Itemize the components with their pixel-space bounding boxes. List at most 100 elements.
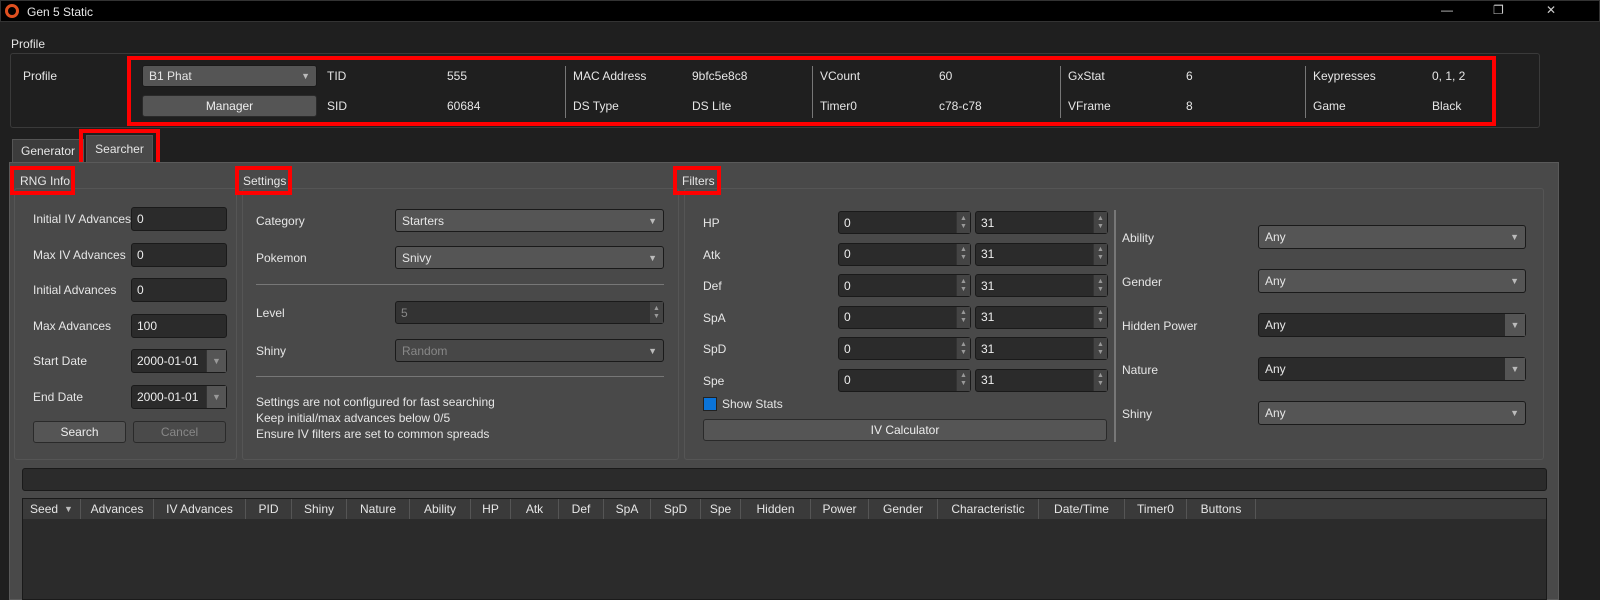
level-value: 5 [401, 305, 408, 320]
app-logo-icon [5, 4, 19, 18]
iv-max-input[interactable]: 31 ▲ ▼ [975, 368, 1108, 392]
iv-max-input[interactable]: 31 ▲ ▼ [975, 337, 1108, 360]
column-header[interactable]: Timer0 [1125, 499, 1187, 519]
initial-advances-input[interactable]: 0 [131, 278, 227, 302]
column-header[interactable]: PID [246, 499, 292, 519]
spin-arrows-icon[interactable]: ▲ ▼ [1093, 212, 1107, 233]
chevron-down-icon: ▼ [1505, 358, 1525, 380]
column-header[interactable]: Power [811, 499, 869, 519]
column-header[interactable]: SpA [604, 499, 651, 519]
pokemon-select[interactable]: Snivy ▼ [395, 246, 664, 269]
filter-select[interactable]: Any ▼ [1258, 401, 1526, 425]
show-stats-checkbox[interactable] [703, 397, 717, 411]
results-table[interactable]: Seed ▼ Advances IV Advances PID Shiny Nature Ab… [22, 498, 1547, 600]
column-header[interactable]: Nature [347, 499, 410, 519]
iv-min-value: 0 [844, 341, 851, 356]
column-header[interactable]: Gender [869, 499, 938, 519]
column-header[interactable]: Spe [701, 499, 741, 519]
filter-select[interactable]: Any ▼ [1258, 357, 1526, 381]
spin-arrows-icon[interactable]: ▲ ▼ [956, 243, 970, 265]
column-header-label: Shiny [303, 502, 335, 516]
iv-label: Def [703, 279, 722, 293]
iv-min-input[interactable]: 0 ▲ ▼ [838, 242, 971, 266]
profile-field-label: Keypresses [1313, 69, 1376, 83]
iv-min-value: 0 [844, 215, 851, 230]
column-header[interactable]: Buttons [1187, 499, 1256, 519]
spin-arrows-icon[interactable]: ▲ ▼ [1093, 338, 1107, 359]
max-advances-label: Max Advances [33, 318, 112, 333]
max-iv-advances-input[interactable]: 0 [131, 242, 227, 267]
iv-calculator-button[interactable]: IV Calculator [703, 419, 1107, 441]
cancel-button[interactable]: Cancel [133, 421, 226, 443]
end-date-value: 2000-01-01 [137, 389, 199, 404]
profile-field-value: 60 [939, 69, 953, 83]
start-date-label: Start Date [33, 354, 88, 368]
spin-arrows-icon[interactable]: ▲ ▼ [1093, 369, 1107, 391]
column-header[interactable]: Characteristic [938, 499, 1039, 519]
spin-arrows-icon[interactable]: ▲ ▼ [956, 212, 970, 233]
column-header[interactable]: IV Advances [154, 499, 246, 519]
filter-select-label: Hidden Power [1122, 319, 1198, 333]
calendar-dropdown-icon[interactable]: ▼ [206, 350, 226, 372]
max-advances-input[interactable]: 100 [131, 313, 227, 338]
column-header[interactable]: Atk [511, 499, 559, 519]
level-input[interactable]: 5 ▲ ▼ [395, 301, 664, 324]
filter-select[interactable]: Any ▼ [1258, 313, 1526, 337]
column-header[interactable]: Seed ▼ [23, 499, 81, 519]
spin-arrows-icon[interactable]: ▲ ▼ [649, 302, 663, 323]
column-header[interactable]: Ability [410, 499, 471, 519]
restore-button[interactable]: ❐ [1493, 3, 1504, 17]
column-header[interactable]: Def [559, 499, 604, 519]
spin-arrows-icon[interactable]: ▲ ▼ [956, 338, 970, 359]
shiny-select[interactable]: Random ▼ [395, 339, 664, 362]
iv-max-value: 31 [981, 373, 995, 387]
spin-arrows-icon[interactable]: ▲ ▼ [1093, 306, 1107, 328]
close-button[interactable]: ✕ [1546, 3, 1556, 17]
search-button[interactable]: Search [33, 421, 126, 443]
iv-min-input[interactable]: 0 ▲ ▼ [838, 211, 971, 234]
iv-max-input[interactable]: 31 ▲ ▼ [975, 274, 1108, 297]
profile-select[interactable]: B1 Phat ▼ [142, 65, 317, 87]
iv-min-input[interactable]: 0 ▲ ▼ [838, 368, 971, 392]
chevron-down-icon: ▼ [301, 71, 310, 81]
spin-arrows-icon[interactable]: ▲ ▼ [956, 369, 970, 391]
initial-iv-advances-input[interactable]: 0 [131, 207, 227, 231]
iv-max-input[interactable]: 31 ▲ ▼ [975, 242, 1108, 266]
profile-field-value: 555 [447, 69, 468, 83]
minimize-button[interactable]: — [1441, 3, 1453, 17]
spin-arrows-icon[interactable]: ▲ ▼ [956, 306, 970, 328]
tab-generator[interactable]: Generator [12, 139, 84, 162]
calendar-dropdown-icon[interactable]: ▼ [206, 385, 226, 408]
column-header[interactable]: Advances [81, 499, 154, 519]
filter-select[interactable]: Any ▼ [1258, 225, 1526, 249]
chevron-down-icon: ▼ [1505, 314, 1525, 336]
start-date-input[interactable]: 2000-01-01 ▼ [131, 349, 227, 373]
manager-button[interactable]: Manager [142, 95, 317, 117]
filter-select[interactable]: Any ▼ [1258, 269, 1526, 293]
shiny-label: Shiny [256, 344, 287, 358]
column-header[interactable]: SpD [651, 499, 701, 519]
iv-max-input[interactable]: 31 ▲ ▼ [975, 211, 1108, 234]
iv-max-input[interactable]: 31 ▲ ▼ [975, 305, 1108, 329]
spin-arrows-icon[interactable]: ▲ ▼ [1093, 243, 1107, 265]
column-header[interactable]: Shiny [292, 499, 347, 519]
filter-select-label: Ability [1122, 231, 1155, 245]
category-label: Category [256, 214, 305, 228]
iv-min-value: 0 [844, 247, 851, 261]
iv-min-input[interactable]: 0 ▲ ▼ [838, 337, 971, 360]
tab-searcher[interactable]: Searcher [86, 135, 153, 162]
column-header[interactable]: HP [471, 499, 511, 519]
chevron-down-icon: ▼ [648, 345, 657, 356]
chevron-down-icon: ▼ [1510, 276, 1519, 286]
profile-field-value: 60684 [447, 99, 481, 113]
category-select[interactable]: Starters ▼ [395, 209, 664, 232]
spin-arrows-icon[interactable]: ▲ ▼ [1093, 275, 1107, 296]
column-header[interactable]: Hidden [741, 499, 811, 519]
end-date-input[interactable]: 2000-01-01 ▼ [131, 384, 227, 409]
column-header[interactable]: Date/Time [1039, 499, 1125, 519]
iv-min-input[interactable]: 0 ▲ ▼ [838, 274, 971, 297]
spin-arrows-icon[interactable]: ▲ ▼ [956, 275, 970, 296]
divider [812, 66, 813, 118]
iv-min-input[interactable]: 0 ▲ ▼ [838, 305, 971, 329]
column-header-label: SpA [615, 502, 639, 516]
